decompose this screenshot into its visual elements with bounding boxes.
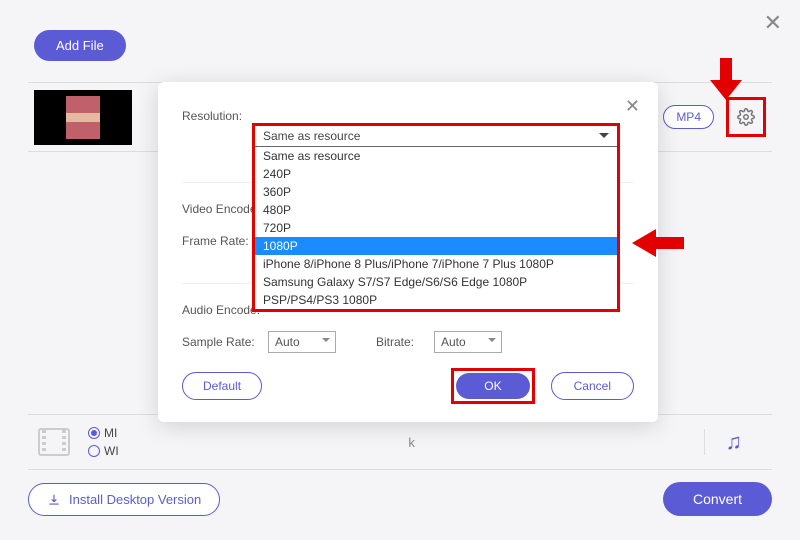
- format-badge[interactable]: MP4: [663, 105, 714, 129]
- install-desktop-button[interactable]: Install Desktop Version: [28, 483, 220, 516]
- resolution-option[interactable]: 1080P: [255, 237, 617, 255]
- resolution-options-list: Same as resource240P360P480P720P1080PiPh…: [255, 147, 617, 309]
- resolution-option[interactable]: 240P: [255, 165, 617, 183]
- resolution-option[interactable]: 360P: [255, 183, 617, 201]
- modal-close-icon[interactable]: ✕: [625, 96, 640, 117]
- resolution-option[interactable]: Same as resource: [255, 147, 617, 165]
- bitrate-select[interactable]: Auto: [434, 331, 502, 353]
- resolution-dropdown: Same as resource Same as resource240P360…: [252, 123, 620, 312]
- resolution-label: Resolution:: [182, 109, 268, 123]
- k-text: k: [408, 435, 415, 450]
- gear-icon: [737, 108, 755, 126]
- video-icon[interactable]: [38, 428, 70, 456]
- music-icon[interactable]: ♫: [704, 429, 762, 455]
- download-icon: [47, 493, 61, 507]
- default-button[interactable]: Default: [182, 372, 262, 400]
- resolution-option[interactable]: Samsung Galaxy S7/S7 Edge/S6/S6 Edge 108…: [255, 273, 617, 291]
- ok-highlight: OK: [451, 368, 534, 404]
- resolution-option[interactable]: iPhone 8/iPhone 8 Plus/iPhone 7/iPhone 7…: [255, 255, 617, 273]
- resolution-option[interactable]: PSP/PS4/PS3 1080P: [255, 291, 617, 309]
- radio-option-1[interactable]: MI: [88, 426, 119, 440]
- bottom-toolbar: MI WI k ♫: [28, 414, 772, 470]
- resolution-option[interactable]: 480P: [255, 201, 617, 219]
- radio-group: MI WI: [88, 426, 119, 458]
- sample-rate-select[interactable]: Auto: [268, 331, 336, 353]
- sample-rate-label: Sample Rate:: [182, 335, 268, 349]
- video-thumbnail[interactable]: [34, 90, 132, 145]
- bitrate-label: Bitrate:: [376, 335, 426, 349]
- main-close-icon[interactable]: ✕: [764, 10, 782, 36]
- ok-button[interactable]: OK: [456, 373, 529, 399]
- annotation-arrow-down: [708, 58, 744, 107]
- resolution-selected[interactable]: Same as resource: [255, 126, 617, 147]
- radio-option-2[interactable]: WI: [88, 444, 119, 458]
- add-file-button[interactable]: Add File: [34, 30, 126, 61]
- cancel-button[interactable]: Cancel: [551, 372, 634, 400]
- resolution-option[interactable]: 720P: [255, 219, 617, 237]
- annotation-arrow-left: [630, 228, 684, 263]
- convert-button[interactable]: Convert: [663, 482, 772, 516]
